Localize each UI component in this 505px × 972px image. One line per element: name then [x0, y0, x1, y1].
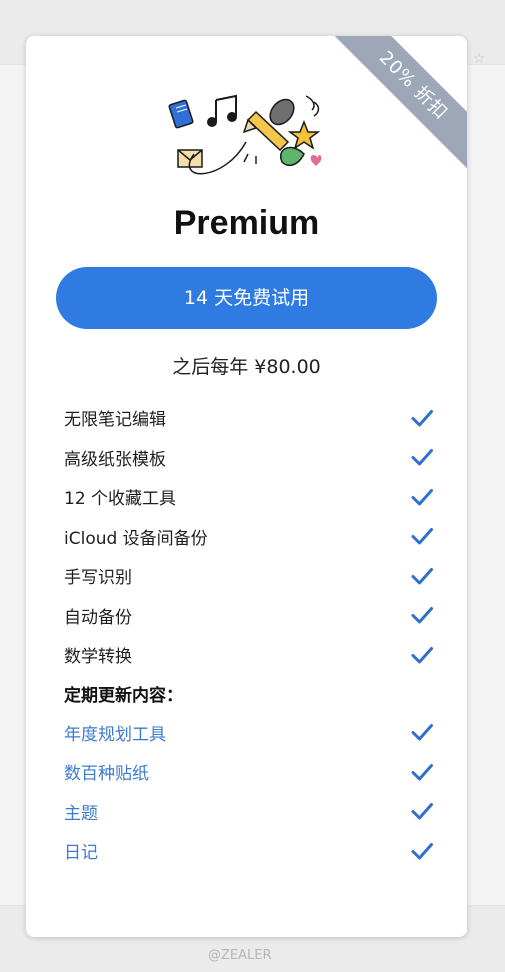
check-icon: [411, 567, 433, 585]
check-icon: [411, 842, 433, 860]
check-icon: [411, 607, 433, 624]
feature-label: 自动备份: [64, 607, 132, 628]
feature-label: iCloud 设备间备份: [64, 528, 208, 549]
feature-label: 手写识别: [64, 568, 132, 589]
leaf-icon: [279, 146, 305, 167]
feature-label: 12 个收藏工具: [64, 489, 177, 510]
stationery-illustration: [168, 94, 322, 175]
feature-row: 高级纸张模板: [64, 438, 434, 478]
check-icon: [411, 488, 433, 506]
notebook-icon: [168, 99, 194, 129]
feature-list: 无限笔记编辑 高级纸张模板 12 个收藏工具 iCloud 设备间备份 手写识别…: [64, 398, 434, 871]
star-doodle-icon: [287, 119, 321, 150]
price-note: 之后每年 ¥80.00: [172, 356, 321, 378]
feature-row: 12 个收藏工具: [64, 477, 434, 517]
upcoming-label: 数百种贴纸: [64, 764, 149, 785]
pencil-icon: [242, 98, 295, 152]
star-icon: ☆: [472, 51, 486, 67]
feature-label: 高级纸张模板: [64, 449, 166, 470]
check-icon: [411, 449, 433, 466]
upcoming-row: 年度规划工具: [64, 713, 434, 753]
upcoming-heading: 定期更新内容：: [64, 686, 183, 706]
check-icon: [411, 763, 433, 781]
discount-ribbon: 20% 折扣: [321, 36, 467, 178]
feature-row: iCloud 设备间备份: [64, 517, 434, 557]
check-icon: [411, 646, 433, 664]
upcoming-row: 日记: [64, 831, 434, 871]
feature-row: 手写识别: [64, 556, 434, 596]
feature-row: 无限笔记编辑: [64, 398, 434, 438]
upcoming-row: 数百种贴纸: [64, 752, 434, 792]
watermark: @ZEALER: [208, 948, 272, 963]
upcoming-label: 年度规划工具: [64, 724, 166, 745]
check-icon: [411, 409, 433, 427]
feature-row: 自动备份: [64, 596, 434, 636]
heart-icon: [310, 155, 322, 166]
plan-title: Premium: [173, 204, 320, 242]
upcoming-label: 日记: [64, 843, 98, 864]
check-icon: [411, 803, 433, 820]
free-trial-button[interactable]: 14 天免费试用: [56, 267, 437, 329]
upcoming-label: 主题: [64, 803, 98, 824]
feature-label: 数学转换: [64, 647, 132, 668]
check-icon: [411, 724, 433, 741]
check-icon: [411, 528, 433, 545]
upcoming-row: 主题: [64, 792, 434, 832]
music-note-icon: [207, 94, 237, 127]
feature-row: 数学转换: [64, 635, 434, 675]
premium-card: 20% 折扣 Premium 14 天免费试用 之后每年 ¥80.00 无限笔记…: [26, 36, 467, 937]
feature-label: 无限笔记编辑: [64, 410, 166, 431]
